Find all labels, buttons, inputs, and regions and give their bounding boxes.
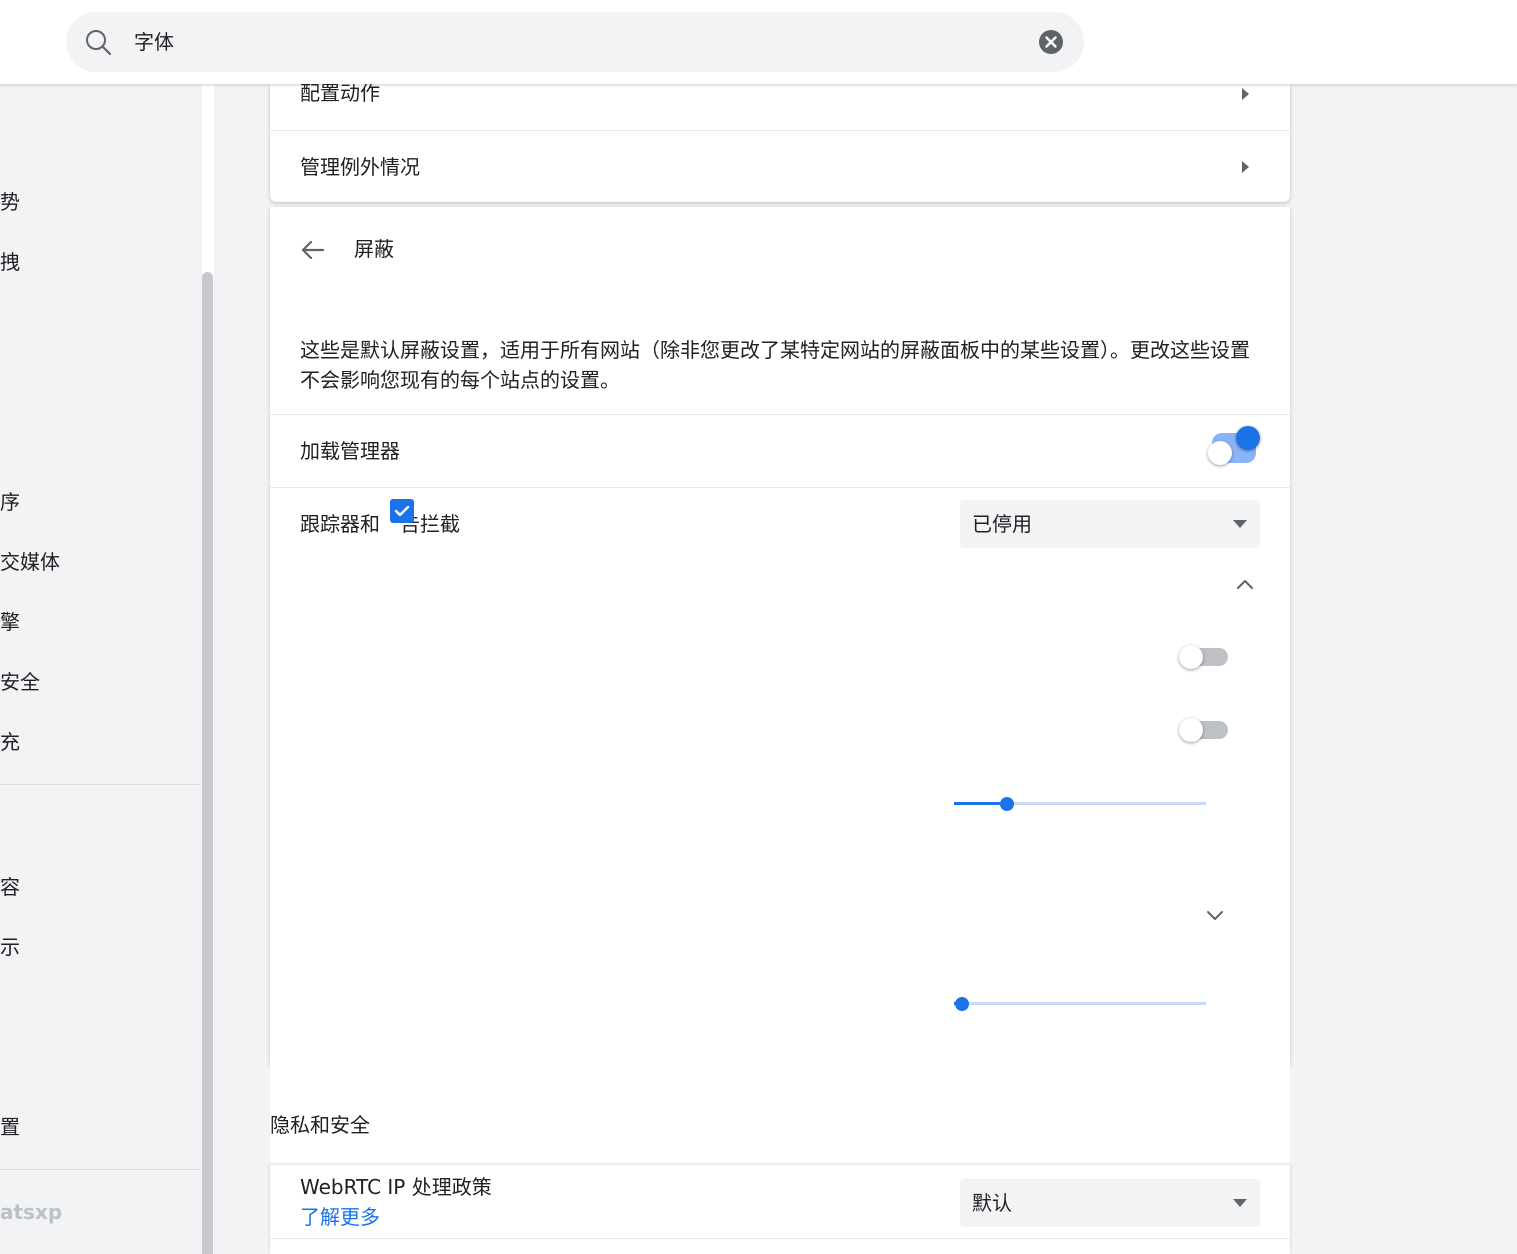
addon-manager-toggle[interactable] (1208, 426, 1262, 465)
sidebar-divider (0, 1169, 200, 1170)
slider-knob[interactable] (1000, 797, 1014, 811)
sidebar-scrollbar-thumb[interactable] (202, 272, 213, 1254)
webrtc-select[interactable]: 默认 (960, 1179, 1260, 1227)
learn-more-link[interactable]: 了解更多 (300, 1203, 380, 1231)
row-divider (270, 1238, 1290, 1239)
sidebar-item[interactable]: 示 (0, 933, 20, 961)
search-bar[interactable]: 字体 (66, 12, 1084, 72)
configure-actions-row[interactable]: 配置动作 (270, 81, 1290, 130)
select-value: 默认 (972, 1191, 1012, 1215)
toggle-knob (1208, 441, 1232, 465)
shields-card: 屏蔽 这些是默认屏蔽设置，适用于所有网站（除非您更改了某特定网站的屏蔽面板中的某… (270, 207, 1290, 1065)
toggle-knob (1179, 718, 1203, 742)
shields-description: 这些是默认屏蔽设置，适用于所有网站（除非您更改了某特定网站的屏蔽面板中的某些设置… (300, 338, 1250, 392)
sidebar-footer-text: atsxp (0, 1200, 63, 1224)
sidebar-item[interactable]: 安全 (0, 668, 40, 696)
privacy-section-heading: 隐私和安全 (270, 1113, 370, 1137)
sidebar-item[interactable]: 容 (0, 873, 20, 901)
sidebar-item[interactable]: 交媒体 (0, 548, 60, 576)
select-value: 已停用 (972, 512, 1032, 536)
clear-search-icon[interactable] (1038, 29, 1064, 55)
checkbox[interactable] (390, 499, 414, 523)
search-icon (86, 30, 112, 56)
addon-manager-label: 加载管理器 (300, 439, 400, 463)
row-label: 管理例外情况 (300, 155, 420, 179)
manage-exceptions-row[interactable]: 管理例外情况 (270, 131, 1290, 202)
page-title: 屏蔽 (354, 237, 394, 261)
search-input[interactable]: 字体 (134, 28, 174, 56)
shields-slider-2[interactable] (954, 994, 1206, 1014)
sidebar-item[interactable]: 序 (0, 488, 20, 516)
webrtc-label: WebRTC IP 处理政策 (300, 1175, 492, 1199)
toggle-knob-active (1236, 426, 1260, 450)
sidebar-item[interactable]: 势 (0, 188, 20, 216)
sidebar-divider (0, 784, 200, 785)
chevron-down-icon[interactable] (1205, 905, 1225, 925)
slider-track (954, 1002, 1206, 1005)
slider-knob[interactable] (955, 997, 969, 1011)
webrtc-card: WebRTC IP 处理政策 了解更多 默认 (270, 1165, 1290, 1254)
toggle-knob (1179, 645, 1203, 669)
row-divider (270, 414, 1290, 415)
chevron-right-icon (1242, 161, 1249, 173)
trackers-label-part1: 跟踪器和 (300, 512, 380, 536)
trackers-label: 跟踪器和 告拦截 (300, 510, 460, 538)
row-divider (270, 487, 1290, 488)
section-background (270, 1065, 1290, 1165)
dropdown-arrow-icon (1233, 520, 1247, 528)
sidebar: 势 拽 序 交媒体 擎 安全 充 容 示 置 atsxp (0, 84, 200, 1254)
back-arrow-icon[interactable] (300, 237, 326, 263)
shields-slider-1[interactable] (954, 794, 1206, 814)
sidebar-item[interactable]: 充 (0, 728, 20, 756)
header: 字体 (0, 0, 1517, 84)
sidebar-item[interactable]: 置 (0, 1113, 20, 1141)
trackers-select[interactable]: 已停用 (960, 500, 1260, 548)
dropdown-arrow-icon (1233, 1199, 1247, 1207)
shields-toggle-2[interactable] (1176, 716, 1228, 744)
sidebar-item[interactable]: 拽 (0, 248, 20, 276)
sidebar-item[interactable]: 擎 (0, 608, 20, 636)
top-card: 配置动作 管理例外情况 (270, 81, 1290, 202)
shields-toggle-1[interactable] (1176, 643, 1228, 671)
chevron-up-icon[interactable] (1235, 575, 1255, 595)
chevron-right-icon (1242, 88, 1249, 100)
check-icon (394, 505, 410, 517)
